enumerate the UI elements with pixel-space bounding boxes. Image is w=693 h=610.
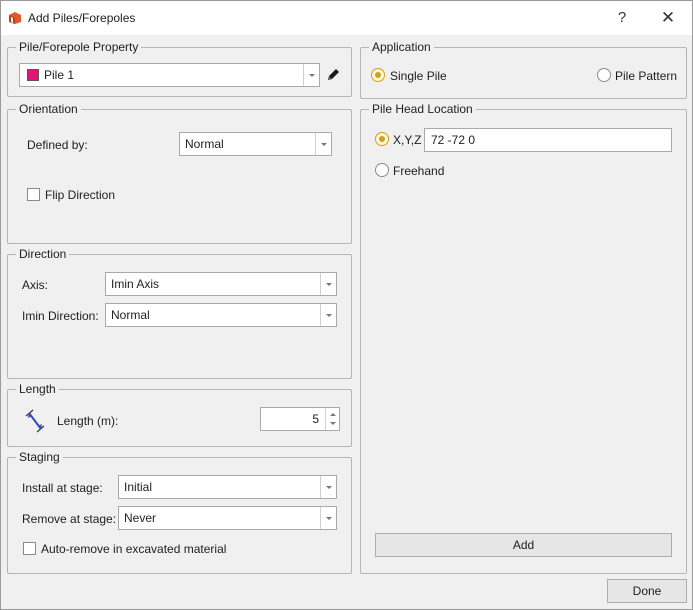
axis-dropdown[interactable]: Imin Axis <box>105 272 337 296</box>
flip-direction-label: Flip Direction <box>45 188 116 202</box>
window-title: Add Piles/Forepoles <box>28 11 136 25</box>
pile-property-dropdown[interactable]: Pile 1 <box>19 63 320 87</box>
install-stage-value: Initial <box>124 480 153 494</box>
spin-down-icon[interactable] <box>330 422 336 425</box>
axis-label: Axis: <box>22 278 49 292</box>
chevron-down-icon <box>320 273 336 295</box>
length-spinbox[interactable]: 5 <box>260 407 340 431</box>
defined-by-value: Normal <box>185 137 224 151</box>
pile-pattern-label: Pile Pattern <box>615 69 678 83</box>
title-bar: Add Piles/Forepoles ? ✕ <box>1 1 692 35</box>
auto-remove-label: Auto-remove in excavated material <box>41 542 227 556</box>
spin-buttons[interactable] <box>325 408 339 430</box>
help-button[interactable]: ? <box>605 5 639 31</box>
single-pile-label: Single Pile <box>390 69 447 83</box>
chevron-down-icon <box>315 133 331 155</box>
xyz-value: 72 -72 0 <box>431 133 476 147</box>
staging-group-label: Staging <box>16 450 63 464</box>
pile-color-swatch <box>27 69 39 81</box>
remove-stage-dropdown[interactable]: Never <box>118 506 337 530</box>
remove-stage-value: Never <box>124 511 157 525</box>
close-button[interactable]: ✕ <box>651 5 685 31</box>
defined-by-dropdown[interactable]: Normal <box>179 132 332 156</box>
defined-by-label: Defined by: <box>27 138 88 152</box>
chevron-down-icon <box>320 507 336 529</box>
application-group-label: Application <box>369 40 434 54</box>
xyz-input[interactable]: 72 -72 0 <box>424 128 672 152</box>
pile-property-value: Pile 1 <box>44 68 75 82</box>
pile-pattern-radio[interactable] <box>597 68 611 82</box>
flip-direction-checkbox[interactable] <box>27 188 40 201</box>
spin-up-icon[interactable] <box>330 413 336 416</box>
single-pile-radio[interactable] <box>371 68 385 82</box>
chevron-down-icon <box>320 476 336 498</box>
pile-property-group-label: Pile/Forepole Property <box>16 40 142 54</box>
add-button[interactable]: Add <box>375 533 672 557</box>
length-label: Length (m): <box>57 414 119 428</box>
install-stage-dropdown[interactable]: Initial <box>118 475 337 499</box>
imin-direction-value: Normal <box>111 308 150 322</box>
app-icon <box>9 12 21 24</box>
pile-head-location-group-label: Pile Head Location <box>369 102 476 116</box>
imin-direction-dropdown[interactable]: Normal <box>105 303 337 327</box>
pile-head-location-group: Pile Head Location <box>360 102 687 574</box>
direction-group-label: Direction <box>16 247 70 261</box>
length-measure-icon <box>25 409 45 433</box>
axis-value: Imin Axis <box>111 277 160 291</box>
remove-stage-label: Remove at stage: <box>22 512 117 526</box>
auto-remove-checkbox[interactable] <box>23 542 36 555</box>
pencil-edit-icon[interactable] <box>325 67 341 83</box>
xyz-label: X,Y,Z <box>393 133 422 147</box>
orientation-group: Orientation <box>7 102 352 244</box>
install-stage-label: Install at stage: <box>22 481 103 495</box>
xyz-radio[interactable] <box>375 132 389 146</box>
freehand-radio[interactable] <box>375 163 389 177</box>
dialog-window: Add Piles/Forepoles ? ✕ Pile/Forepole Pr… <box>0 0 693 610</box>
length-group-label: Length <box>16 382 59 396</box>
length-value: 5 <box>312 412 319 426</box>
imin-direction-label: Imin Direction: <box>22 309 99 323</box>
chevron-down-icon <box>303 64 319 86</box>
freehand-label: Freehand <box>393 164 445 178</box>
chevron-down-icon <box>320 304 336 326</box>
orientation-group-label: Orientation <box>16 102 81 116</box>
done-button[interactable]: Done <box>607 579 687 603</box>
